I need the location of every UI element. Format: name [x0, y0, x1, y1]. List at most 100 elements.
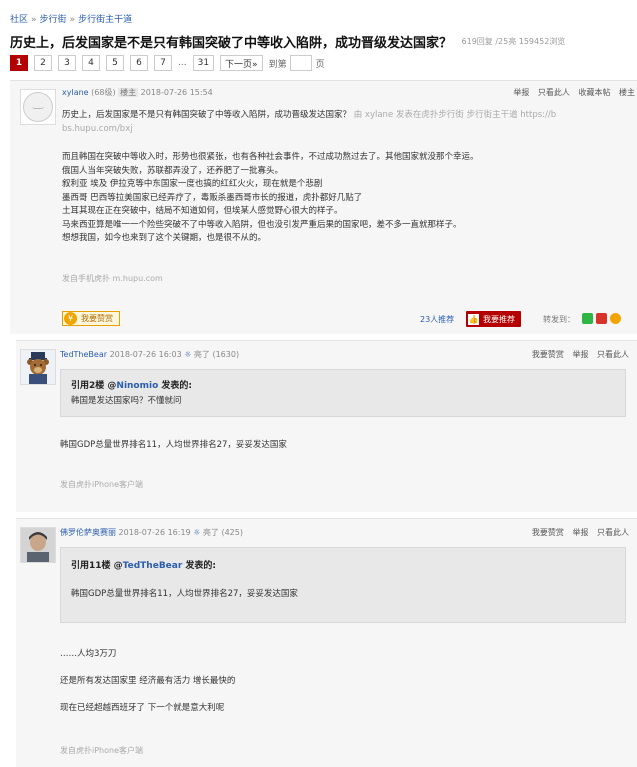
post-line: 俄国人当年突破失败，苏联都弄没了，还养肥了一批寡头。 [62, 165, 284, 176]
only-this-user-link[interactable]: 只看此人 [597, 528, 629, 537]
post-source[interactable]: 发自虎扑iPhone客户端 [60, 479, 143, 490]
quote-header: 引用11楼 @TedTheBear 发表的: [71, 558, 615, 571]
quote-prefix: 引用11楼 @ [71, 561, 123, 571]
post-line: 想想我国，如今也来到了这个关键期，也是很不从的。 [62, 233, 267, 243]
post-line: 叙利亚 埃及 伊拉克等中东国家一度也搞的红红火火，现在就是个悲剧 [62, 179, 323, 189]
author-name[interactable]: TedTheBear [60, 350, 107, 359]
thread-header: 历史上，后发国家是不是只有韩国突破了中等收入陷阱，成功晋级发达国家？ 619回复… [10, 32, 630, 51]
post-actions: 举报 只看此人 收藏本帖 楼主 [507, 87, 635, 98]
only-this-user-link[interactable]: 只看此人 [538, 88, 570, 97]
reply-line: ……人均3万刀 [60, 649, 117, 659]
reply-post: TedTheBear 2018-07-26 16:03 ☼ 亮了 (1630) … [16, 340, 637, 512]
author-name[interactable]: xylane [62, 88, 89, 97]
page-5-button[interactable]: 5 [106, 55, 124, 71]
coin-icon: ¥ [64, 312, 77, 325]
support-label: 我要赞赏 [81, 314, 113, 323]
quote-text: 韩国GDP总量世界排名11，人均世界排名27，妥妥发达国家 [71, 589, 298, 599]
avatar[interactable] [20, 89, 56, 125]
post-line: 马来西亚算是唯一一个险些突破不了中等收入陷阱，但也没引发严重后果的国家吧，差不多… [62, 219, 462, 230]
reply-post: 佛罗伦萨奥赛丽 2018-07-26 16:19 ☼ 亮了 (425) 我要赞赏… [16, 518, 637, 767]
post-source[interactable]: 发自手机虎扑 m.hupu.com [62, 273, 163, 284]
thread-stats: 619回复 /25亮 159452浏览 [461, 37, 566, 46]
reply-line: 现在已经超越西班牙了 下一个就是意大利呢 [60, 703, 225, 713]
qzone-icon[interactable] [610, 313, 621, 324]
quote-user[interactable]: TedTheBear [123, 561, 183, 571]
page-3-button[interactable]: 3 [58, 55, 76, 71]
jump-label: 到第 [268, 59, 287, 70]
breadcrumb-buxingjie[interactable]: 步行街 [40, 15, 67, 25]
avatar[interactable] [20, 527, 56, 563]
breadcrumb-community[interactable]: 社区 [10, 15, 28, 25]
report-link[interactable]: 举报 [572, 528, 588, 537]
quote-prefix: 引用2楼 @ [71, 381, 117, 391]
post-intro-source: 由 xylane 发表在虎扑步行街 步行街主干道 https://b [351, 110, 557, 120]
reply-actions: 我要赞赏 举报 只看此人 [526, 349, 629, 360]
page-6-button[interactable]: 6 [130, 55, 148, 71]
light-label[interactable]: 亮了 [194, 350, 210, 359]
light-count: (425) [221, 528, 243, 537]
support-link[interactable]: 我要赞赏 [532, 528, 564, 537]
reply-meta: 佛罗伦萨奥赛丽 2018-07-26 16:19 ☼ 亮了 (425) [60, 527, 243, 538]
report-link[interactable]: 举报 [513, 88, 529, 97]
reply-body: 韩国GDP总量世界排名11，人均世界排名27，妥妥发达国家 [60, 440, 287, 450]
floor-label: 楼主 [619, 88, 635, 97]
next-page-button[interactable]: 下一页» [220, 55, 263, 71]
breadcrumb-separator: » [31, 15, 37, 25]
quote-suffix: 发表的: [182, 561, 217, 571]
post-body: 而且韩国在突破中等收入时，形势也很紧张，也有各种社会事件，不过成功熬过去了。其他… [62, 151, 479, 246]
page-suffix: 页 [315, 59, 325, 70]
breadcrumb-main-board[interactable]: 步行街主干道 [78, 15, 132, 25]
light-icon[interactable]: ☼ [193, 528, 200, 537]
page-last-button[interactable]: 31 [192, 55, 215, 71]
reply-body: ……人均3万刀 还是所有发达国家里 经济最有活力 增长最快的 现在已经超越西班牙… [60, 647, 235, 716]
author-level: (68级) [91, 88, 116, 97]
op-badge: 楼主 [118, 88, 139, 97]
weibo-icon[interactable] [596, 313, 607, 324]
post-intro: 历史上，后发国家是不是只有韩国突破了中等收入陷阱，成功晋级发达国家？ 由 xyl… [62, 109, 632, 136]
share-label: 转发到： [543, 315, 575, 324]
post-time: 2018-07-26 16:19 [118, 528, 191, 537]
reply-actions: 我要赞赏 举报 只看此人 [526, 527, 629, 538]
thread-title: 历史上，后发国家是不是只有韩国突破了中等收入陷阱，成功晋级发达国家？ [10, 36, 453, 51]
default-avatar-icon [23, 92, 53, 122]
pagination-ellipsis: ... [178, 58, 187, 68]
quote-block: 引用11楼 @TedTheBear 发表的: 韩国GDP总量世界排名11，人均世… [60, 547, 626, 623]
thumbs-up-icon: 👍 [468, 313, 479, 325]
support-button[interactable]: ¥ 我要赞赏 [62, 311, 120, 326]
post-meta: xylane (68级) 楼主 2018-07-26 15:54 [62, 87, 213, 98]
post-intro-text: 历史上，后发国家是不是只有韩国突破了中等收入陷阱，成功晋级发达国家？ [62, 110, 352, 120]
post-source[interactable]: 发自虎扑iPhone客户端 [60, 745, 143, 756]
breadcrumb: 社区» 步行街» 步行街主干道 [10, 12, 132, 25]
post-line: 墨西哥 巴西等拉美国家已经弄疗了，毒贩杀墨西哥市长的报道，虎扑都好几贴了 [62, 192, 363, 203]
post-time: 2018-07-26 15:54 [140, 88, 213, 97]
only-this-user-link[interactable]: 只看此人 [597, 350, 629, 359]
support-link[interactable]: 我要赞赏 [532, 350, 564, 359]
avatar[interactable] [20, 349, 56, 385]
reply-meta: TedTheBear 2018-07-26 16:03 ☼ 亮了 (1630) [60, 349, 239, 360]
quote-suffix: 发表的: [158, 381, 192, 391]
wechat-icon[interactable] [582, 313, 593, 324]
light-label[interactable]: 亮了 [203, 528, 219, 537]
recommend-count[interactable]: 23人推荐 [420, 314, 454, 325]
post-line: 而且韩国在突破中等收入时，形势也很紧张，也有各种社会事件，不过成功熬过去了。其他… [62, 152, 479, 162]
quote-text: 韩国是发达国家吗？不懂就问 [71, 396, 182, 406]
post-intro-source-url: bs.hupu.com/bxj [62, 123, 133, 134]
reply-line: 还是所有发达国家里 经济最有活力 增长最快的 [60, 676, 236, 686]
recommend-label: 我要推荐 [483, 314, 515, 324]
recommend-button[interactable]: 👍 我要推荐 [466, 311, 521, 327]
light-icon[interactable]: ☼ [184, 350, 191, 359]
share-icons [582, 313, 624, 324]
favorite-link[interactable]: 收藏本帖 [578, 88, 610, 97]
main-post: xylane (68级) 楼主 2018-07-26 15:54 举报 只看此人… [10, 80, 637, 334]
jump-page-input[interactable] [289, 55, 312, 71]
bear-avatar-icon [21, 350, 55, 384]
report-link[interactable]: 举报 [572, 350, 588, 359]
page-4-button[interactable]: 4 [82, 55, 100, 71]
author-name[interactable]: 佛罗伦萨奥赛丽 [60, 528, 116, 537]
page-1-button[interactable]: 1 [10, 55, 28, 71]
quote-user[interactable]: Ninomio [116, 381, 158, 391]
quote-block: 引用2楼 @Ninomio 发表的: 韩国是发达国家吗？不懂就问 [60, 369, 626, 417]
page-2-button[interactable]: 2 [34, 55, 52, 71]
quote-header: 引用2楼 @Ninomio 发表的: [71, 378, 615, 391]
page-7-button[interactable]: 7 [154, 55, 172, 71]
